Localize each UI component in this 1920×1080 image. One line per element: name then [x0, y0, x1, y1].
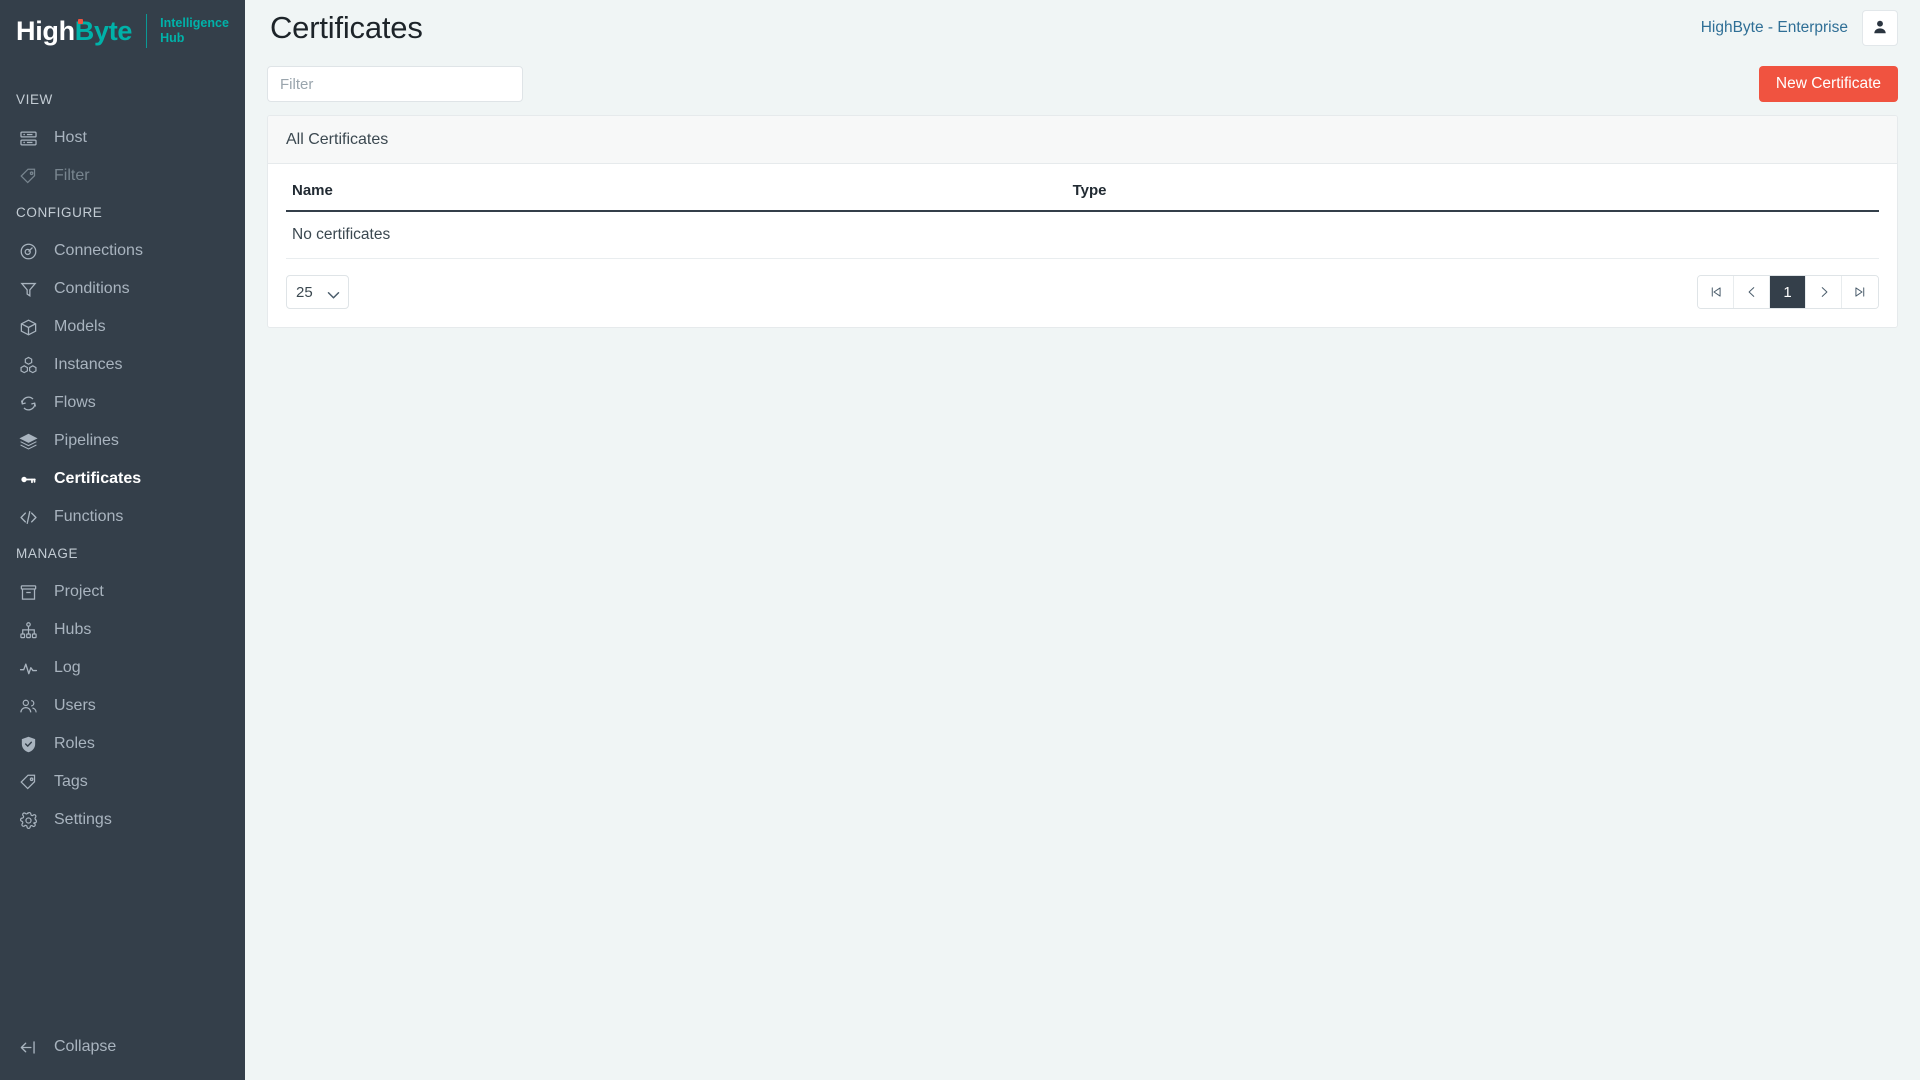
main-content: Certificates HighByte - Enterprise New C…	[245, 0, 1920, 1080]
sidebar-item-label: Conditions	[54, 280, 130, 297]
sidebar-item-users[interactable]: Users	[0, 687, 245, 725]
page-size-select[interactable]: 25	[286, 275, 349, 309]
tenant-label[interactable]: HighByte - Enterprise	[1701, 19, 1848, 37]
sidebar-item-filter[interactable]: Filter	[0, 157, 245, 195]
sidebar-item-settings[interactable]: Settings	[0, 801, 245, 839]
sidebar-item-label: Project	[54, 583, 104, 600]
sidebar-item-label: Log	[54, 659, 81, 676]
top-bar-right: HighByte - Enterprise	[1701, 10, 1898, 46]
table-body: No certificates	[286, 211, 1879, 259]
sidebar-collapse-label: Collapse	[54, 1038, 117, 1055]
pagination: 1	[1697, 275, 1879, 309]
gear-icon	[16, 808, 40, 832]
page-size-selector[interactable]: 25	[286, 275, 349, 309]
key-icon	[16, 467, 40, 491]
table-row-empty: No certificates	[286, 211, 1879, 259]
sidebar-item-roles[interactable]: Roles	[0, 725, 245, 763]
sidebar-nav: VIEW Host Filter CONFIGURE Connections C…	[0, 62, 245, 1024]
sidebar-item-label: Certificates	[54, 470, 142, 487]
sidebar-item-hubs[interactable]: Hubs	[0, 611, 245, 649]
sidebar-section-view: VIEW	[16, 92, 53, 107]
sidebar-item-flows[interactable]: Flows	[0, 384, 245, 422]
sidebar-section-manage: MANAGE	[16, 546, 79, 561]
brand-name-part1: High	[16, 15, 75, 46]
sidebar-item-conditions[interactable]: Conditions	[0, 270, 245, 308]
sidebar-item-label: Settings	[54, 811, 112, 828]
plug-icon	[16, 239, 40, 263]
sidebar-item-models[interactable]: Models	[0, 308, 245, 346]
pagination-page-1[interactable]: 1	[1770, 276, 1806, 308]
sidebar-item-host[interactable]: Host	[0, 119, 245, 157]
cube-icon	[16, 315, 40, 339]
sidebar-item-functions[interactable]: Functions	[0, 498, 245, 536]
archive-icon	[16, 580, 40, 604]
sidebar-item-label: Roles	[54, 735, 95, 752]
brand-name-part2: Byte	[74, 15, 133, 46]
pagination-prev-button[interactable]	[1734, 276, 1770, 308]
sidebar-item-label: Connections	[54, 242, 143, 259]
collapse-left-icon	[16, 1035, 40, 1059]
sidebar: HighByte Intelligence Hub VIEW Host Filt…	[0, 0, 245, 1080]
layers-icon	[16, 429, 40, 453]
sidebar-item-instances[interactable]: Instances	[0, 346, 245, 384]
brand-divider	[146, 14, 148, 48]
sidebar-item-tags[interactable]: Tags	[0, 763, 245, 801]
sidebar-item-label: Hubs	[54, 621, 92, 638]
person-icon	[1871, 18, 1889, 39]
table-header-row: Name Type	[286, 164, 1879, 212]
cubes-icon	[16, 353, 40, 377]
server-icon	[16, 126, 40, 150]
sidebar-item-label: Models	[54, 318, 106, 335]
certificates-card: All Certificates Name Type No certificat…	[267, 115, 1898, 328]
sidebar-item-log[interactable]: Log	[0, 649, 245, 687]
shield-check-icon	[16, 732, 40, 756]
certificates-table: Name Type No certificates	[286, 164, 1879, 259]
filter-input[interactable]	[267, 66, 523, 102]
app-root: HighByte Intelligence Hub VIEW Host Filt…	[0, 0, 1920, 1080]
sidebar-item-label: Pipelines	[54, 432, 119, 449]
pagination-last-button[interactable]	[1842, 276, 1878, 308]
code-icon	[16, 505, 40, 529]
sidebar-item-label: Flows	[54, 394, 96, 411]
users-icon	[16, 694, 40, 718]
table-head: Name Type	[286, 164, 1879, 212]
table-footer: 25 1	[268, 259, 1897, 327]
top-bar: Certificates HighByte - Enterprise	[245, 0, 1920, 56]
page-title: Certificates	[270, 10, 423, 45]
empty-message: No certificates	[286, 211, 1879, 259]
hierarchy-icon	[16, 618, 40, 642]
sidebar-item-connections[interactable]: Connections	[0, 232, 245, 270]
tag-icon	[16, 770, 40, 794]
pagination-first-button[interactable]	[1698, 276, 1734, 308]
sidebar-collapse-button[interactable]: Collapse	[0, 1024, 245, 1070]
column-header-type[interactable]: Type	[1066, 164, 1879, 212]
brand-subtitle-line1: Intelligence	[160, 16, 229, 30]
sidebar-item-label: Functions	[54, 508, 124, 525]
new-certificate-button[interactable]: New Certificate	[1758, 66, 1898, 102]
brand-logo-text: HighByte	[16, 15, 133, 46]
brand-subtitle: Intelligence Hub	[160, 16, 229, 46]
tag-icon	[16, 164, 40, 188]
brand-dot-icon	[78, 18, 83, 24]
sidebar-item-label: Host	[54, 129, 87, 146]
toolbar: New Certificate	[245, 56, 1920, 102]
sidebar-item-label: Instances	[54, 356, 123, 373]
sidebar-section-configure: CONFIGURE	[16, 205, 103, 220]
brand-logo[interactable]: HighByte Intelligence Hub	[0, 0, 245, 62]
user-account-button[interactable]	[1862, 10, 1898, 46]
funnel-icon	[16, 277, 40, 301]
refresh-icon	[16, 391, 40, 415]
sidebar-item-label: Tags	[54, 773, 88, 790]
certificates-table-wrap: Name Type No certificates	[268, 164, 1897, 259]
card-title: All Certificates	[268, 116, 1897, 164]
brand-subtitle-line2: Hub	[160, 31, 185, 45]
sidebar-item-certificates[interactable]: Certificates	[0, 460, 245, 498]
pagination-next-button[interactable]	[1806, 276, 1842, 308]
sidebar-item-project[interactable]: Project	[0, 573, 245, 611]
sidebar-item-label: Filter	[54, 167, 90, 184]
activity-icon	[16, 656, 40, 680]
sidebar-item-label: Users	[54, 697, 96, 714]
column-header-name[interactable]: Name	[286, 164, 1067, 212]
sidebar-item-pipelines[interactable]: Pipelines	[0, 422, 245, 460]
